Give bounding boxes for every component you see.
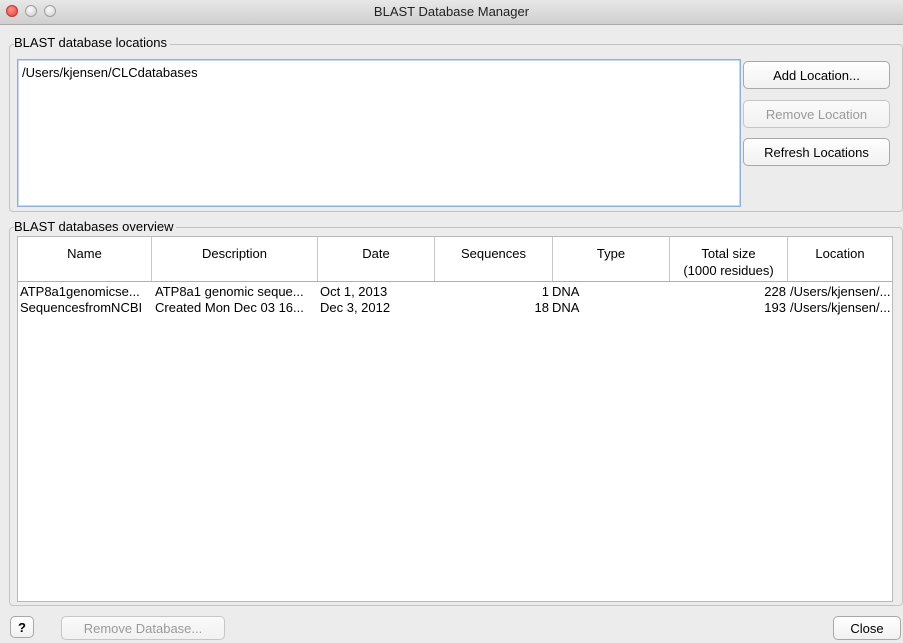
cell-sequences: 18 bbox=[534, 300, 549, 315]
cell-type: DNA bbox=[552, 284, 580, 299]
column-header-location[interactable]: Location bbox=[788, 237, 892, 281]
window-title: BLAST Database Manager bbox=[373, 4, 530, 19]
cell-description: Created Mon Dec 03 16... bbox=[155, 300, 304, 315]
table-row[interactable]: SequencesfromNCBI Created Mon Dec 03 16.… bbox=[18, 300, 892, 316]
cell-description: ATP8a1 genomic seque... bbox=[155, 284, 304, 299]
total-size-header-unit: (1000 residues) bbox=[683, 263, 774, 278]
add-location-button[interactable]: Add Location... bbox=[743, 61, 890, 89]
blast-database-manager-window: BLAST Database Manager BLAST database lo… bbox=[0, 0, 903, 643]
column-header-type[interactable]: Type bbox=[553, 237, 670, 281]
location-item[interactable]: /Users/kjensen/CLCdatabases bbox=[22, 65, 198, 80]
close-button[interactable]: Close bbox=[833, 616, 901, 640]
help-button[interactable]: ? bbox=[10, 616, 34, 638]
cell-name: ATP8a1genomicse... bbox=[20, 284, 140, 299]
table-row[interactable]: ATP8a1genomicse... ATP8a1 genomic seque.… bbox=[18, 284, 892, 300]
overview-group-label: BLAST databases overview bbox=[14, 219, 177, 234]
cell-total-size: 193 bbox=[764, 300, 786, 315]
column-header-name[interactable]: Name bbox=[18, 237, 152, 281]
cell-location: /Users/kjensen/... bbox=[790, 284, 891, 299]
column-header-date[interactable]: Date bbox=[318, 237, 435, 281]
cell-name: SequencesfromNCBI bbox=[20, 300, 143, 315]
remove-database-button[interactable]: Remove Database... bbox=[61, 616, 225, 640]
locations-list[interactable]: /Users/kjensen/CLCdatabases bbox=[17, 59, 741, 207]
databases-table[interactable]: Name Description Date Sequences Type Tot… bbox=[17, 236, 893, 602]
total-size-header-label: Total size bbox=[701, 246, 756, 261]
table-header: Name Description Date Sequences Type Tot… bbox=[18, 237, 892, 282]
refresh-locations-button[interactable]: Refresh Locations bbox=[743, 138, 890, 166]
cell-type: DNA bbox=[552, 300, 580, 315]
column-header-description[interactable]: Description bbox=[152, 237, 318, 281]
column-header-sequences[interactable]: Sequences bbox=[435, 237, 553, 281]
cell-total-size: 228 bbox=[764, 284, 786, 299]
cell-date: Dec 3, 2012 bbox=[320, 300, 391, 315]
title-bar: BLAST Database Manager bbox=[0, 0, 903, 25]
remove-location-button[interactable]: Remove Location bbox=[743, 100, 890, 128]
locations-group-label: BLAST database locations bbox=[14, 35, 170, 50]
column-header-total-size[interactable]: Total size (1000 residues) bbox=[670, 237, 788, 281]
cell-sequences: 1 bbox=[541, 284, 549, 299]
cell-date: Oct 1, 2013 bbox=[320, 284, 388, 299]
cell-location: /Users/kjensen/... bbox=[790, 300, 891, 315]
